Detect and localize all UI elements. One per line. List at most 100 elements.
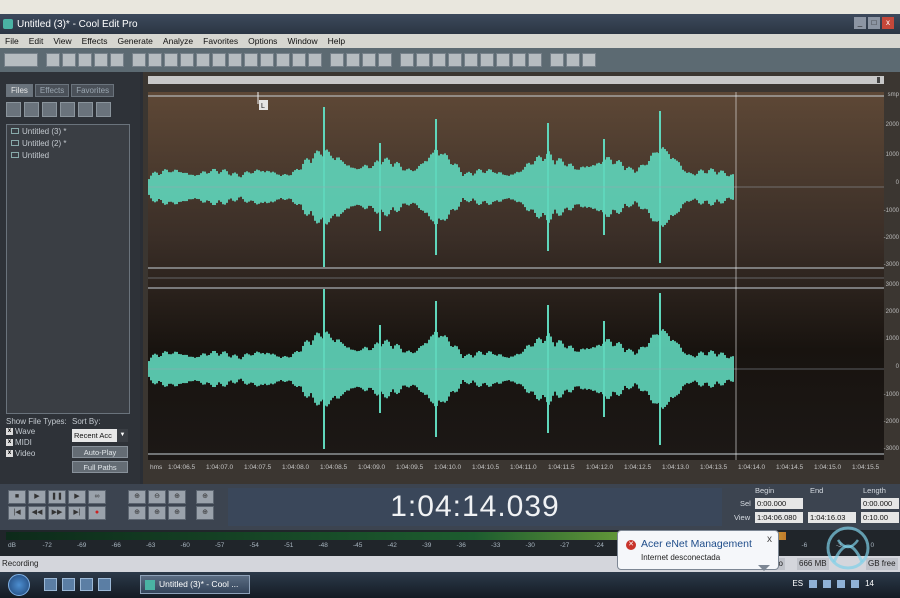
zoom-left-icon[interactable]: ⊕ [128, 506, 146, 520]
mixer-button[interactable] [480, 53, 494, 67]
menu-view[interactable]: View [48, 36, 76, 46]
copy-button[interactable] [180, 53, 194, 67]
zoom-vertical-in-icon[interactable]: ⊕ [196, 490, 214, 504]
media-player-icon[interactable] [80, 578, 93, 591]
cue-button[interactable] [448, 53, 462, 67]
menu-window[interactable]: Window [282, 36, 322, 46]
horizontal-scrollbar[interactable] [148, 76, 884, 84]
filetype-wave[interactable]: x Wave [6, 426, 67, 437]
play-to-end-button[interactable]: ▶ [68, 490, 86, 504]
frequency-button[interactable] [330, 53, 344, 67]
toggle-view-button[interactable] [4, 53, 38, 67]
checkbox[interactable]: x [6, 439, 13, 446]
loop-button[interactable] [432, 53, 446, 67]
new-file-button[interactable] [46, 53, 60, 67]
go-to-end-button[interactable]: ▶| [68, 506, 86, 520]
go-to-start-button[interactable]: |◀ [8, 506, 26, 520]
list-item[interactable]: Untitled [7, 149, 129, 161]
track-button[interactable] [416, 53, 430, 67]
fast-forward-button[interactable]: ▶▶ [48, 506, 66, 520]
clock[interactable]: 14 [865, 579, 874, 588]
menu-edit[interactable]: Edit [24, 36, 49, 46]
explorer-icon[interactable] [62, 578, 75, 591]
power-icon[interactable] [851, 579, 860, 588]
save-as-button[interactable] [110, 53, 124, 67]
browser-icon[interactable] [98, 578, 111, 591]
volume-icon[interactable] [837, 579, 846, 588]
menu-options[interactable]: Options [243, 36, 282, 46]
zoom-in-icon[interactable]: ⊕ [128, 490, 146, 504]
envelope-button[interactable] [292, 53, 306, 67]
analysis-button[interactable] [378, 53, 392, 67]
zoom-selection-icon[interactable]: ⊕ [168, 506, 186, 520]
trim-button[interactable] [228, 53, 242, 67]
filetype-midi[interactable]: x MIDI [6, 437, 67, 448]
maximize-button[interactable]: □ [868, 17, 880, 29]
open-file-button[interactable] [62, 53, 76, 67]
close-icon[interactable] [42, 102, 57, 117]
close-button[interactable]: x [882, 17, 894, 29]
view-begin-field[interactable]: 1:04:06.080 [755, 512, 803, 523]
grid-button[interactable] [362, 53, 376, 67]
scroll-thumb[interactable] [877, 77, 880, 83]
bus-button[interactable] [512, 53, 526, 67]
video-button[interactable] [528, 53, 542, 67]
taskbar-window-button[interactable]: Untitled (3)* - Cool ... [140, 575, 250, 594]
checkbox[interactable]: x [6, 450, 13, 457]
full-paths-button[interactable]: Full Paths [72, 461, 128, 473]
filetype-video[interactable]: x Video [6, 448, 67, 459]
minimize-button[interactable]: _ [854, 17, 866, 29]
record-button[interactable]: ● [88, 506, 106, 520]
open-folder-icon[interactable] [6, 102, 21, 117]
zoom-out-icon[interactable]: ⊖ [148, 490, 166, 504]
edit-icon[interactable] [60, 102, 75, 117]
cut-button[interactable] [164, 53, 178, 67]
metronome-button[interactable] [496, 53, 510, 67]
menu-analyze[interactable]: Analyze [158, 36, 198, 46]
cd-button[interactable] [550, 53, 564, 67]
amplify-button[interactable] [276, 53, 290, 67]
stop-button[interactable]: ■ [8, 490, 26, 504]
play-button[interactable]: ▶ [28, 490, 46, 504]
help-button[interactable] [582, 53, 596, 67]
zoom-vertical-out-icon[interactable]: ⊕ [196, 506, 214, 520]
loop-button[interactable]: ∞ [88, 490, 106, 504]
network-icon[interactable] [823, 579, 832, 588]
zoom-full-icon[interactable]: ⊕ [168, 490, 186, 504]
sort-by-select[interactable]: Recent Acc [72, 429, 128, 442]
chevron-left-icon[interactable] [809, 579, 818, 588]
start-button[interactable] [8, 574, 30, 596]
tab-files[interactable]: Files [6, 84, 33, 97]
list-item[interactable]: Untitled (2) * [7, 137, 129, 149]
pause-button[interactable]: ❚❚ [48, 490, 66, 504]
notification-balloon[interactable]: ✕ Acer eNet Management Internet desconec… [617, 530, 779, 571]
tab-effects[interactable]: Effects [34, 84, 70, 97]
menu-help[interactable]: Help [323, 36, 350, 46]
language-indicator[interactable]: ES [792, 579, 803, 588]
waveform-display[interactable]: L [148, 92, 884, 460]
spectral-button[interactable] [346, 53, 360, 67]
noise-button[interactable] [308, 53, 322, 67]
save-button[interactable] [94, 53, 108, 67]
redo-button[interactable] [148, 53, 162, 67]
paste-button[interactable] [196, 53, 210, 67]
checkbox[interactable]: x [6, 428, 13, 435]
settings-button[interactable] [566, 53, 580, 67]
convert-button[interactable] [260, 53, 274, 67]
undo-button[interactable] [132, 53, 146, 67]
zoom-right-icon[interactable]: ⊕ [148, 506, 166, 520]
show-desktop-icon[interactable] [44, 578, 57, 591]
close-file-button[interactable] [78, 53, 92, 67]
multitrack-button[interactable] [400, 53, 414, 67]
time-ruler[interactable]: hms 1:04:06.5 1:04:07.0 1:04:07.5 1:04:0… [148, 462, 884, 474]
notification-close-button[interactable]: x [767, 534, 772, 545]
rewind-button[interactable]: ◀◀ [28, 506, 46, 520]
sel-length-field[interactable]: 0:00.000 [861, 498, 899, 509]
sel-begin-field[interactable]: 0:00.000 [755, 498, 803, 509]
import-icon[interactable] [24, 102, 39, 117]
play-icon[interactable] [78, 102, 93, 117]
list-item[interactable]: Untitled (3) * [7, 125, 129, 137]
menu-generate[interactable]: Generate [112, 36, 157, 46]
auto-play-button[interactable]: Auto-Play [72, 446, 128, 458]
help-icon[interactable] [96, 102, 111, 117]
